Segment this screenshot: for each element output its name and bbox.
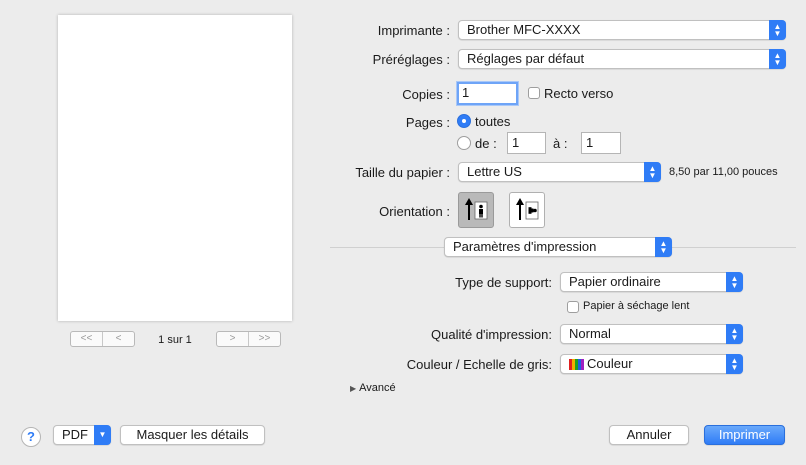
paper-size-select[interactable]: Lettre US ▲ ▼	[458, 162, 661, 182]
hide-details-button[interactable]: Masquer les détails	[120, 425, 265, 445]
orientation-label: Orientation :	[379, 204, 450, 219]
settings-section-select[interactable]: Paramètres d'impression ▲ ▼	[444, 237, 672, 257]
updown-arrows-icon: ▲ ▼	[644, 162, 661, 182]
print-quality-value: Normal	[569, 326, 611, 341]
previous-page-button[interactable]: <	[102, 332, 134, 346]
first-page-button[interactable]: <<	[71, 332, 102, 346]
paper-size-label: Taille du papier :	[355, 165, 450, 180]
printer-value: Brother MFC-XXXX	[467, 22, 581, 37]
color-mode-label: Couleur / Echelle de gris:	[406, 357, 552, 372]
duplex-checkbox[interactable]	[528, 87, 540, 99]
print-button[interactable]: Imprimer	[704, 425, 785, 445]
media-type-value: Papier ordinaire	[569, 274, 661, 289]
last-page-button[interactable]: >>	[248, 332, 280, 346]
page-count: 1 sur 1	[158, 334, 192, 346]
pages-to-label: à :	[553, 136, 568, 151]
pages-from-input[interactable]: 1	[507, 132, 546, 154]
disclosure-triangle-icon: ▶	[350, 383, 357, 393]
preview-back-nav: << <	[70, 331, 135, 347]
pages-from-label: de :	[475, 136, 497, 151]
color-mode-value: Couleur	[587, 356, 633, 371]
color-swatch-icon	[569, 356, 584, 374]
pages-range-radio[interactable]	[457, 136, 471, 150]
media-type-select[interactable]: Papier ordinaire ▲ ▼	[560, 272, 743, 292]
orientation-portrait-button[interactable]	[458, 192, 494, 228]
updown-arrows-icon: ▲ ▼	[726, 354, 743, 374]
orientation-landscape-button[interactable]	[509, 192, 545, 228]
pdf-menu-button[interactable]: PDF ▼	[53, 425, 111, 445]
updown-arrows-icon: ▲ ▼	[726, 272, 743, 292]
pdf-label: PDF	[62, 427, 88, 442]
color-mode-select[interactable]: Couleur ▲ ▼	[560, 354, 743, 374]
print-preview-page	[58, 15, 292, 321]
updown-arrows-icon: ▲ ▼	[655, 237, 672, 257]
presets-select[interactable]: Réglages par défaut ▲ ▼	[458, 49, 786, 69]
slow-dry-label: Papier à séchage lent	[583, 300, 690, 312]
advanced-label: Avancé	[359, 382, 396, 394]
cancel-button[interactable]: Annuler	[609, 425, 689, 445]
pages-label: Pages :	[405, 115, 450, 130]
copies-input[interactable]: 1	[457, 82, 518, 105]
pages-all-label: toutes	[475, 114, 511, 129]
help-button[interactable]: ?	[21, 427, 41, 447]
advanced-disclosure[interactable]: ▶ Avancé	[350, 382, 396, 394]
landscape-orientation-icon	[516, 198, 539, 220]
paper-dimensions: 8,50 par 11,00 pouces	[669, 166, 778, 178]
settings-section-value: Paramètres d'impression	[453, 239, 597, 254]
paper-size-value: Lettre US	[467, 164, 522, 179]
presets-value: Réglages par défaut	[467, 51, 585, 66]
pages-all-radio[interactable]	[457, 114, 471, 128]
print-quality-select[interactable]: Normal ▲ ▼	[560, 324, 743, 344]
printer-select[interactable]: Brother MFC-XXXX ▲ ▼	[458, 20, 786, 40]
copies-label: Copies :	[402, 87, 450, 102]
printer-label: Imprimante :	[377, 23, 450, 38]
updown-arrows-icon: ▲ ▼	[769, 49, 786, 69]
slow-dry-checkbox[interactable]	[567, 301, 579, 313]
pages-to-input[interactable]: 1	[581, 132, 621, 154]
preview-forward-nav: > >>	[216, 331, 281, 347]
portrait-orientation-icon	[465, 198, 488, 220]
chevron-down-icon: ▼	[94, 425, 111, 445]
print-quality-label: Qualité d'impression:	[431, 327, 552, 342]
duplex-label: Recto verso	[544, 86, 614, 101]
updown-arrows-icon: ▲ ▼	[769, 20, 786, 40]
next-page-button[interactable]: >	[217, 332, 248, 346]
media-type-label: Type de support:	[455, 275, 552, 290]
presets-label: Préréglages :	[372, 52, 450, 67]
updown-arrows-icon: ▲ ▼	[726, 324, 743, 344]
